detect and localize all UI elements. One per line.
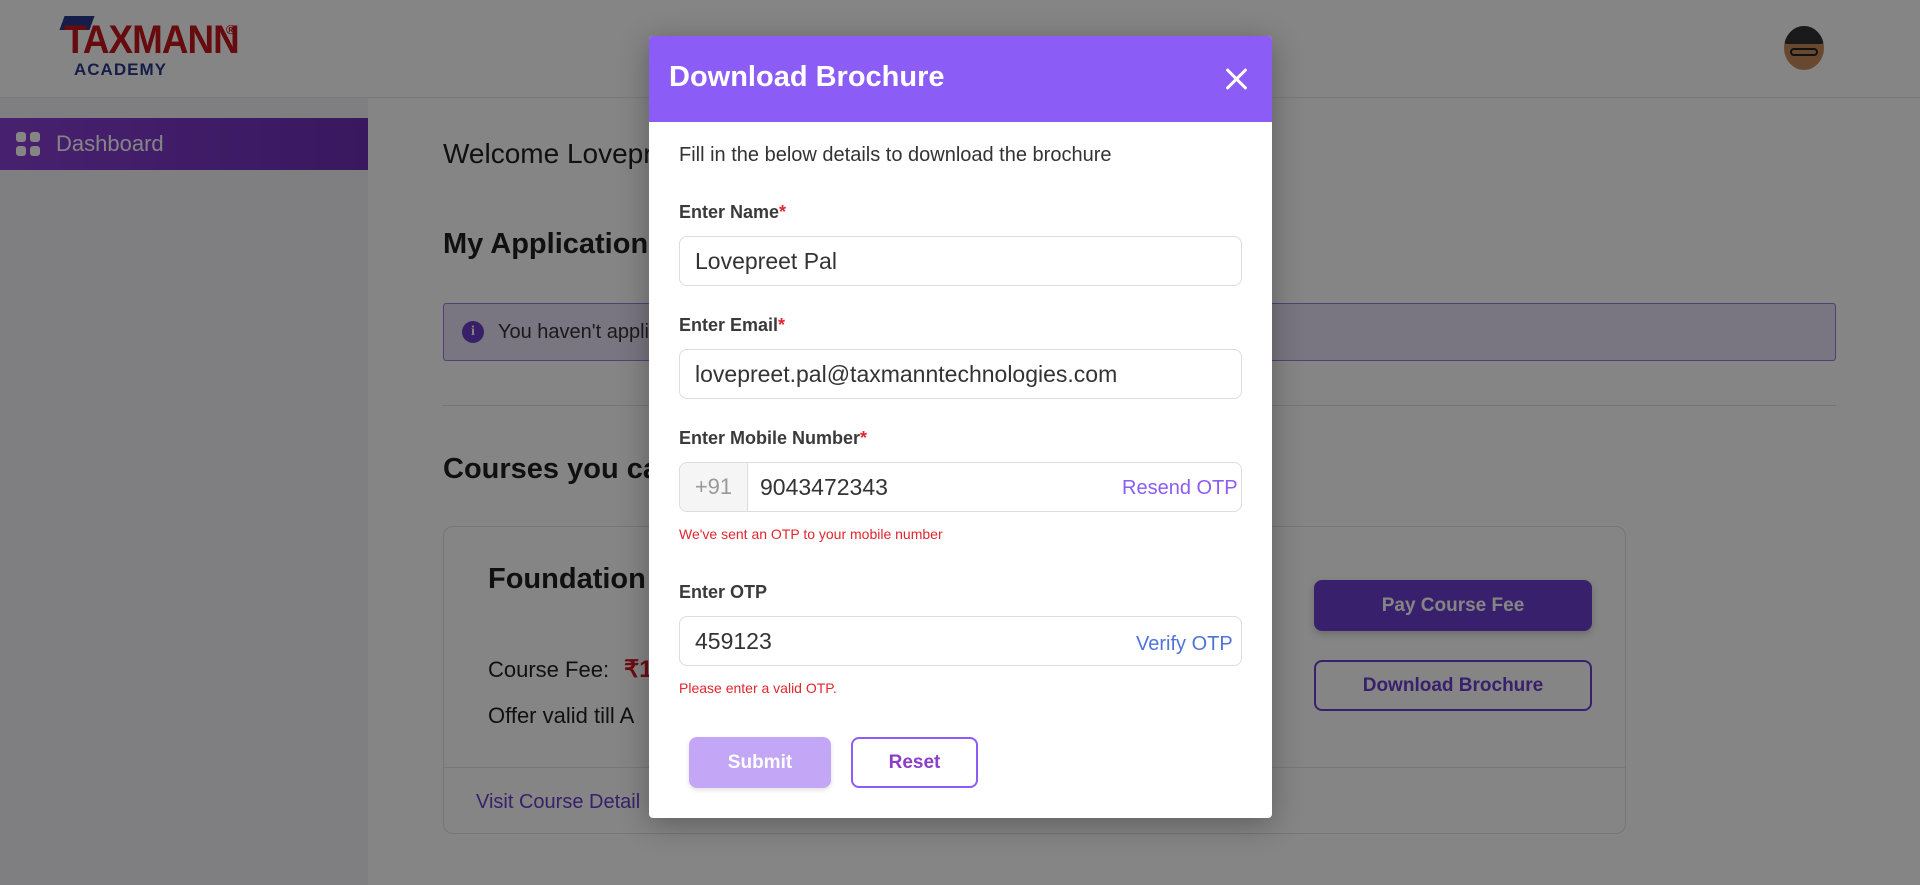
required-marker: *	[779, 202, 787, 222]
modal-header: Download Brochure	[649, 36, 1272, 122]
modal-intro-text: Fill in the below details to download th…	[679, 144, 1112, 166]
name-label: Enter Name*	[679, 202, 787, 222]
required-marker: *	[860, 428, 868, 448]
country-code: +91	[680, 463, 748, 511]
verify-otp-link[interactable]: Verify OTP	[1136, 633, 1233, 656]
otp-error-message: Please enter a valid OTP.	[679, 680, 837, 696]
download-brochure-modal: Download Brochure Fill in the below deta…	[649, 36, 1272, 818]
resend-otp-link[interactable]: Resend OTP	[1122, 477, 1238, 500]
mobile-label: Enter Mobile Number*	[679, 428, 868, 448]
close-icon[interactable]	[1219, 62, 1253, 96]
required-marker: *	[778, 315, 786, 335]
reset-button[interactable]: Reset	[851, 737, 978, 788]
name-field[interactable]	[679, 236, 1242, 286]
otp-sent-message: We've sent an OTP to your mobile number	[679, 526, 943, 542]
mobile-field-group: +91 Resend OTP	[679, 462, 1242, 512]
email-field[interactable]	[679, 349, 1242, 399]
modal-title: Download Brochure	[669, 61, 945, 93]
otp-label: Enter OTP	[679, 582, 768, 602]
mobile-number-field[interactable]	[760, 463, 1100, 511]
email-label: Enter Email*	[679, 315, 786, 335]
submit-button[interactable]: Submit	[689, 737, 831, 788]
